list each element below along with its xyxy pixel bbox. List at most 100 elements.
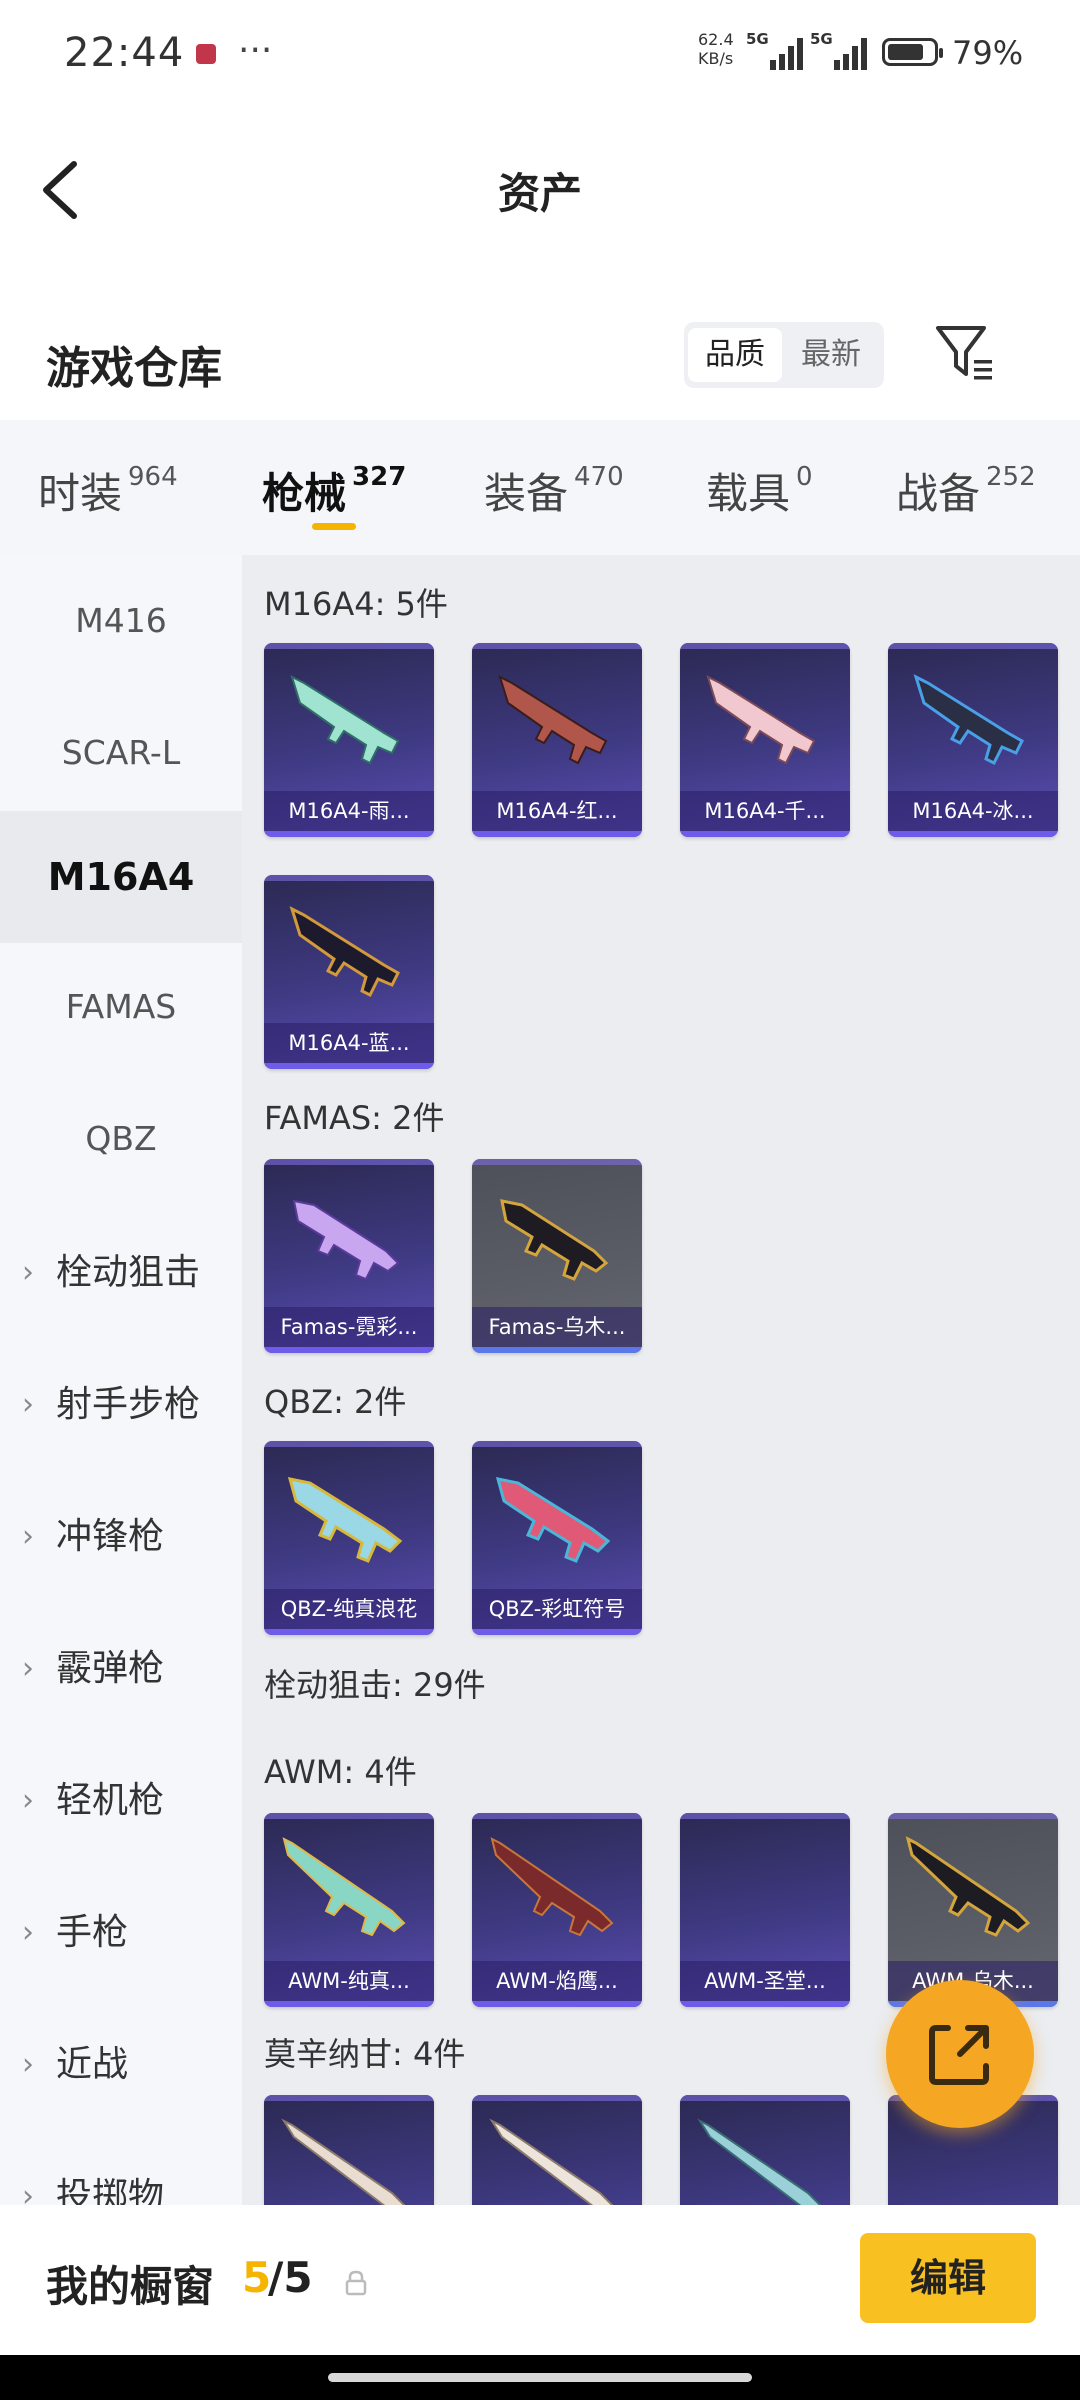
tab-vehicles[interactable]: 载具 0 xyxy=(706,460,813,521)
sidebar-cat-label: 栓动狙击 xyxy=(56,1252,201,1293)
sniper-rifle-icon xyxy=(489,2118,614,2205)
chevron-right-icon: › xyxy=(22,1519,34,1554)
network-speed-value: 62.4 xyxy=(698,30,734,49)
sidebar-cat-throwables[interactable]: › 投掷物 xyxy=(0,2131,242,2205)
more-notifications-icon: ··· xyxy=(238,30,273,71)
weapon-card[interactable]: AWM-纯真... xyxy=(264,1813,434,2007)
weapon-card[interactable]: AWM-乌木... xyxy=(888,1813,1058,2007)
sidebar-cat-label: 轻机枪 xyxy=(56,1780,165,1821)
tab-count: 470 xyxy=(574,462,624,492)
chevron-right-icon: › xyxy=(22,2179,34,2205)
weapon-card[interactable]: QBZ-纯真浪花 xyxy=(264,1441,434,1635)
weapon-card[interactable]: M16A4-雨... xyxy=(264,643,434,837)
sidebar-item-scar-l[interactable]: SCAR-L xyxy=(0,687,242,819)
sidebar-cat-label: 手枪 xyxy=(56,1912,129,1953)
tab-label: 装备 xyxy=(484,469,569,518)
sidebar-item-famas[interactable]: FAMAS xyxy=(0,941,242,1073)
section-title-mosin: 莫辛纳甘: 4件 xyxy=(264,2035,466,2073)
sort-newest-button[interactable]: 最新 xyxy=(784,328,878,382)
network-speed: 62.4 KB/s xyxy=(698,30,734,68)
signal1-label: 5G xyxy=(746,30,769,48)
weapon-card[interactable]: AWM-焰鹰... xyxy=(472,1813,642,2007)
section-title-qbz: QBZ: 2件 xyxy=(264,1383,407,1421)
sort-toggle: 品质 最新 xyxy=(684,322,884,388)
tab-fashion[interactable]: 时装 964 xyxy=(38,460,178,521)
sidebar-item-m16a4[interactable]: M16A4 xyxy=(0,811,242,943)
sidebar-cat-lmg[interactable]: › 轻机枪 xyxy=(0,1735,242,1867)
sidebar-item-m416[interactable]: M416 xyxy=(0,555,242,687)
weapon-card[interactable]: M16A4-蓝... xyxy=(264,875,434,1069)
tab-label: 枪械 xyxy=(262,469,347,518)
chevron-right-icon: › xyxy=(22,1915,34,1950)
weapon-sidebar: M416 SCAR-L M16A4 FAMAS QBZ › 栓动狙击 › 射手步枪 … xyxy=(0,555,242,2205)
weapon-card-label: M16A4-冰... xyxy=(888,791,1058,831)
sidebar-cat-melee[interactable]: › 近战 xyxy=(0,1999,242,2131)
network-speed-unit: KB/s xyxy=(698,49,734,68)
showcase-label: 我的橱窗 xyxy=(46,2262,215,2311)
app-notification-icon xyxy=(196,44,216,64)
weapon-card[interactable]: QBZ-彩虹符号 xyxy=(472,1441,642,1635)
rifle-icon xyxy=(913,674,1024,766)
tab-gear[interactable]: 战备 252 xyxy=(896,460,1036,521)
sort-quality-button[interactable]: 品质 xyxy=(688,328,782,382)
section-title-awm: AWM: 4件 xyxy=(264,1753,417,1791)
tab-label: 时装 xyxy=(38,469,123,518)
status-bar: 22:44 ··· 62.4 KB/s 5G 5G 79% xyxy=(0,0,1080,110)
edit-button[interactable]: 编辑 xyxy=(860,2233,1036,2323)
status-time: 22:44 xyxy=(64,30,185,76)
showcase-bar: 我的橱窗 5 /5 编辑 xyxy=(0,2205,1080,2355)
signal-5g-icon-1: 5G xyxy=(746,30,803,70)
system-nav-bar xyxy=(0,2355,1080,2400)
weapon-card[interactable]: M16A4-千... xyxy=(680,643,850,837)
weapon-card[interactable]: Famas-霓彩... xyxy=(264,1159,434,1353)
weapon-card[interactable]: AWM-圣堂... xyxy=(680,1813,850,2007)
weapon-card-label: AWM-圣堂... xyxy=(680,1961,850,2001)
rifle-icon xyxy=(706,675,816,765)
rifle-icon xyxy=(292,1199,400,1281)
chevron-right-icon: › xyxy=(22,1651,34,1686)
filter-icon[interactable] xyxy=(934,322,994,386)
chevron-right-icon: › xyxy=(22,1783,34,1818)
sidebar-cat-pistol[interactable]: › 手枪 xyxy=(0,1867,242,1999)
signal-5g-icon-2: 5G xyxy=(810,30,867,70)
tab-count: 964 xyxy=(128,462,178,492)
warehouse-header: 游戏仓库 品质 最新 xyxy=(0,300,1080,420)
section-title-m16a4: M16A4: 5件 xyxy=(264,585,448,623)
home-indicator[interactable] xyxy=(328,2373,752,2382)
rifle-icon xyxy=(287,1477,403,1563)
weapon-card[interactable] xyxy=(472,2095,642,2205)
weapon-card-label: AWM-焰鹰... xyxy=(472,1961,642,2001)
weapon-card[interactable] xyxy=(264,2095,434,2205)
share-fab[interactable] xyxy=(886,1980,1034,2128)
tab-label: 载具 xyxy=(706,469,791,518)
weapon-card[interactable] xyxy=(680,2095,850,2205)
sidebar-cat-shotgun[interactable]: › 霰弹枪 xyxy=(0,1603,242,1735)
sidebar-item-qbz[interactable]: QBZ xyxy=(0,1073,242,1205)
tab-count: 0 xyxy=(796,462,813,492)
chevron-right-icon: › xyxy=(22,1387,34,1422)
sniper-rifle-icon xyxy=(697,2118,822,2205)
tab-equipment[interactable]: 装备 470 xyxy=(484,460,624,521)
weapon-card-label: M16A4-红... xyxy=(472,791,642,831)
showcase-count-total: /5 xyxy=(268,2253,313,2302)
rifle-icon xyxy=(495,1477,611,1563)
chevron-right-icon: › xyxy=(22,2047,34,2082)
sidebar-cat-marksman[interactable]: › 射手步枪 xyxy=(0,1339,242,1471)
weapon-card-label: Famas-霓彩... xyxy=(264,1307,434,1347)
sidebar-cat-label: 霰弹枪 xyxy=(56,1648,165,1689)
weapon-card[interactable]: Famas-乌木... xyxy=(472,1159,642,1353)
weapon-card[interactable]: M16A4-红... xyxy=(472,643,642,837)
weapon-card[interactable]: M16A4-冰... xyxy=(888,643,1058,837)
sidebar-cat-label: 射手步枪 xyxy=(56,1384,201,1425)
sidebar-cat-bolt-sniper[interactable]: › 栓动狙击 xyxy=(0,1207,242,1339)
tab-guns[interactable]: 枪械 327 xyxy=(262,460,406,521)
rifle-icon xyxy=(289,906,400,998)
weapon-grid: M16A4: 5件 M16A4-雨... M16A4-红... M16A4-千.… xyxy=(242,555,1080,2205)
chevron-right-icon: › xyxy=(22,1255,34,1290)
rifle-icon xyxy=(498,675,608,765)
sidebar-cat-label: 近战 xyxy=(56,2044,129,2085)
battery-level-fill xyxy=(888,44,923,60)
sidebar-cat-smg[interactable]: › 冲锋枪 xyxy=(0,1471,242,1603)
page-title: 资产 xyxy=(497,169,582,218)
rifle-icon xyxy=(500,1199,609,1281)
